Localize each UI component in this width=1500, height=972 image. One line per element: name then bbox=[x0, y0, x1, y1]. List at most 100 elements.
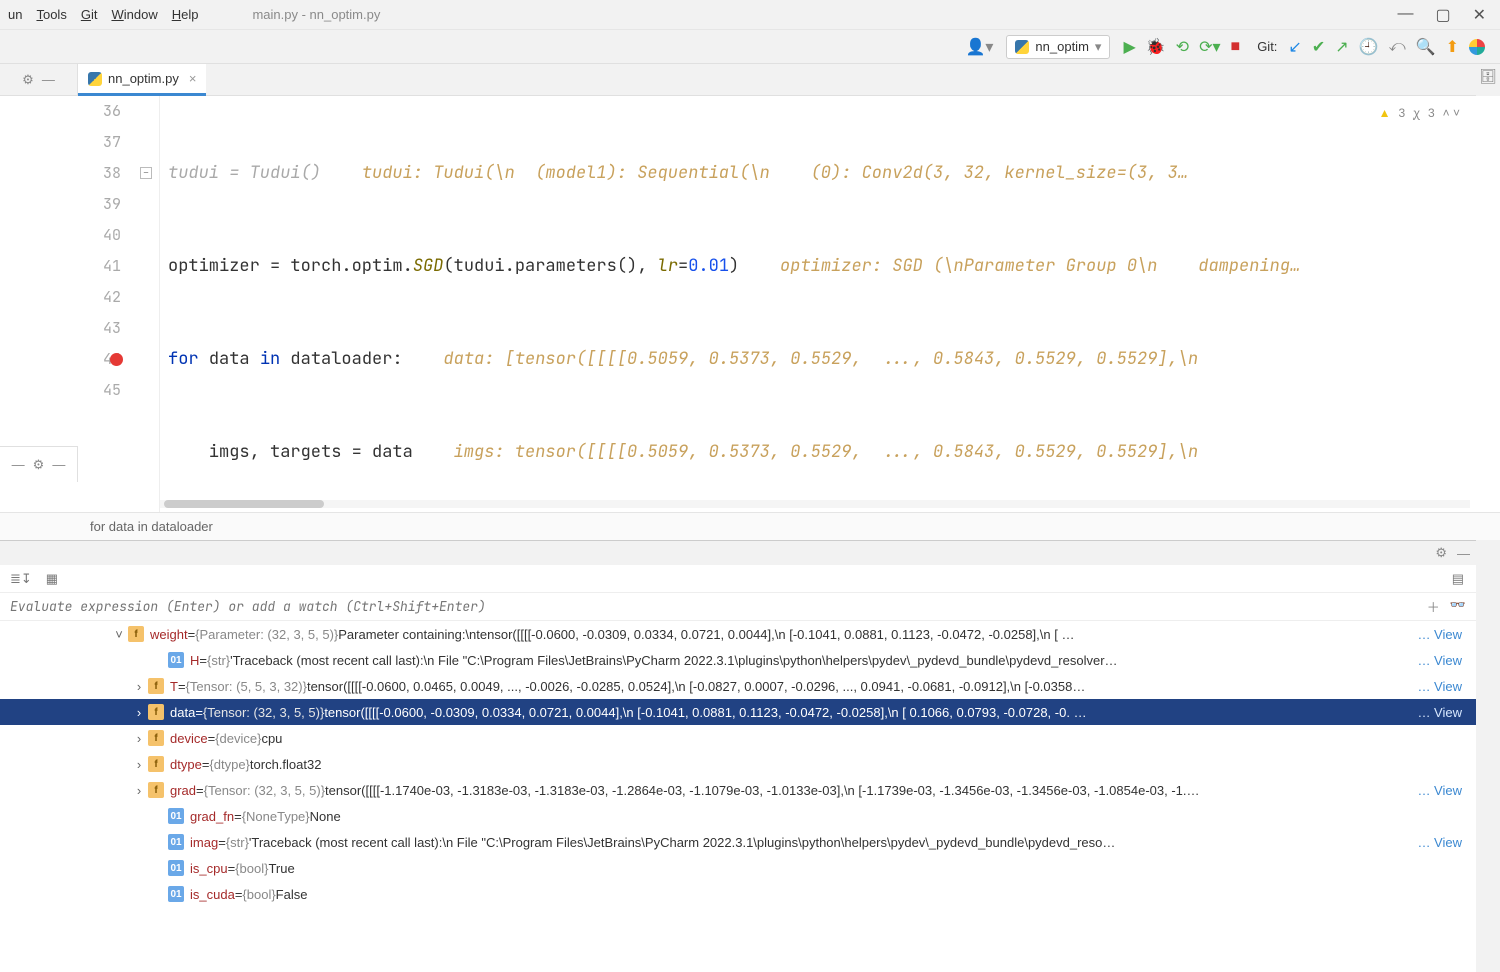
run-icon[interactable]: ▶ bbox=[1123, 37, 1135, 57]
line-number: 44 bbox=[0, 344, 121, 375]
gear-icon[interactable]: ⚙ bbox=[1435, 545, 1447, 561]
run-with-coverage-icon[interactable]: ⟳▾ bbox=[1199, 37, 1220, 57]
git-revert-icon[interactable]: ⤺ bbox=[1389, 38, 1406, 56]
var-data[interactable]: › f data = {Tensor: (32, 3, 5, 5)} tenso… bbox=[0, 699, 1476, 725]
line-number: 42 bbox=[0, 282, 121, 313]
git-commit-icon[interactable]: ✔ bbox=[1312, 37, 1325, 57]
view-link[interactable]: … View bbox=[1417, 783, 1462, 798]
sync-up-icon[interactable]: ⬆ bbox=[1446, 37, 1459, 57]
line-number: 39 bbox=[0, 189, 121, 220]
ide-services-icon[interactable] bbox=[1469, 39, 1485, 55]
search-icon[interactable]: 🔍 bbox=[1416, 37, 1436, 57]
var-t[interactable]: › f T = {Tensor: (5, 5, 3, 32)} tensor([… bbox=[0, 673, 1476, 699]
debug-icon[interactable]: 🐞 bbox=[1146, 37, 1166, 57]
var-is-cpu[interactable]: 01 is_cpu = {bool} True bbox=[0, 855, 1476, 881]
var-imag[interactable]: 01 imag = {str} 'Traceback (most recent … bbox=[0, 829, 1476, 855]
breakpoint-icon[interactable] bbox=[110, 353, 123, 366]
code-area[interactable]: tudui = Tudui() tudui: Tudui(\n (model1)… bbox=[160, 96, 1500, 512]
database-icon[interactable]: 🗄 bbox=[1479, 68, 1497, 85]
stop-icon[interactable]: ■ bbox=[1231, 38, 1241, 56]
var-grad-fn[interactable]: 01 grad_fn = {NoneType} None bbox=[0, 803, 1476, 829]
minimize-panel-icon[interactable]: — bbox=[1457, 546, 1470, 561]
scrollbar-thumb[interactable] bbox=[164, 500, 324, 508]
close-icon[interactable]: ✕ bbox=[1473, 5, 1486, 25]
view-link[interactable]: … View bbox=[1417, 653, 1462, 668]
menu-help[interactable]: Help bbox=[172, 7, 199, 22]
gear-icon[interactable]: ⚙ bbox=[33, 457, 45, 473]
gear-icon[interactable]: ⚙ bbox=[22, 72, 34, 88]
structure-tool-strip: — ⚙ — bbox=[0, 446, 78, 482]
maximize-icon[interactable]: ▢ bbox=[1435, 5, 1450, 25]
layout-icon[interactable]: ▤ bbox=[1452, 571, 1464, 587]
inspection-widget[interactable]: ▲3 ꭕ3 ˄ ˅ bbox=[1379, 104, 1460, 121]
collapse-icon[interactable]: — bbox=[52, 457, 65, 472]
expand-icon[interactable]: › bbox=[130, 705, 148, 720]
minus-icon[interactable]: — bbox=[12, 457, 25, 472]
var-dtype[interactable]: › f dtype = {dtype} torch.float32 bbox=[0, 751, 1476, 777]
string-icon: 01 bbox=[168, 652, 184, 668]
git-pull-icon[interactable]: ↙ bbox=[1288, 37, 1301, 57]
collapse-icon[interactable]: — bbox=[42, 72, 55, 87]
field-icon: f bbox=[148, 782, 164, 798]
frames-icon[interactable]: ≣↧ bbox=[10, 571, 32, 587]
run-config-selector[interactable]: nn_optim ▾ bbox=[1006, 35, 1110, 59]
editor-horizontal-scrollbar[interactable] bbox=[160, 500, 1470, 508]
git-history-icon[interactable]: 🕘 bbox=[1359, 37, 1379, 57]
menu-run[interactable]: un bbox=[8, 7, 22, 22]
field-icon: f bbox=[128, 626, 144, 642]
view-link[interactable]: … View bbox=[1417, 835, 1462, 850]
debugger-panel: ⚙ — ≣↧ ▦ ▤ ＋ 👓 ˅ f weight = {Parameter: … bbox=[0, 540, 1476, 972]
breadcrumb[interactable]: for data in dataloader bbox=[0, 512, 1500, 540]
python-file-icon bbox=[88, 72, 102, 86]
python-icon bbox=[1015, 40, 1029, 54]
git-push-icon[interactable]: ↗ bbox=[1335, 37, 1348, 57]
field-icon: f bbox=[148, 704, 164, 720]
variables-tree[interactable]: ˅ f weight = {Parameter: (32, 3, 5, 5)} … bbox=[0, 621, 1476, 972]
debugger-header: ⚙ — bbox=[0, 541, 1476, 565]
add-watch-icon[interactable]: ＋ bbox=[1427, 597, 1440, 616]
line-number: 40 bbox=[0, 220, 121, 251]
menu-window[interactable]: Window bbox=[111, 7, 157, 22]
evaluate-expression-row: ＋ 👓 bbox=[0, 593, 1476, 621]
var-device[interactable]: › f device = {device} cpu bbox=[0, 725, 1476, 751]
expand-icon[interactable]: ˅ bbox=[110, 627, 128, 642]
file-tab-label: nn_optim.py bbox=[108, 71, 179, 86]
watch-menu-icon[interactable]: 👓 bbox=[1450, 597, 1466, 616]
var-is-cuda[interactable]: 01 is_cuda = {bool} False bbox=[0, 881, 1476, 907]
var-weight[interactable]: ˅ f weight = {Parameter: (32, 3, 5, 5)} … bbox=[0, 621, 1476, 647]
var-h[interactable]: 01 H = {str} 'Traceback (most recent cal… bbox=[0, 647, 1476, 673]
code-editor[interactable]: 36 37 38– 39 40 41 42 43 44 45 tudui = T… bbox=[0, 96, 1500, 512]
menu-tools[interactable]: Tools bbox=[36, 7, 66, 22]
chevron-down-icon: ▾ bbox=[1095, 39, 1102, 55]
up-down-icon: ˄ ˅ bbox=[1443, 106, 1460, 120]
user-icon[interactable]: 👤▾ bbox=[965, 37, 993, 57]
expand-icon[interactable]: › bbox=[130, 731, 148, 746]
view-link[interactable]: … View bbox=[1417, 627, 1462, 642]
threads-icon[interactable]: ▦ bbox=[46, 571, 58, 587]
field-icon: f bbox=[148, 678, 164, 694]
string-icon: 01 bbox=[168, 808, 184, 824]
view-link[interactable]: … View bbox=[1417, 679, 1462, 694]
view-link[interactable]: … View bbox=[1417, 705, 1462, 720]
var-grad[interactable]: › f grad = {Tensor: (32, 3, 5, 5)} tenso… bbox=[0, 777, 1476, 803]
run-config-name: nn_optim bbox=[1035, 39, 1088, 54]
line-number: 36 bbox=[0, 96, 121, 127]
project-tool-strip: ⚙ — bbox=[0, 64, 78, 95]
minimize-icon[interactable]: — bbox=[1397, 5, 1413, 25]
line-number: 41 bbox=[0, 251, 121, 282]
debugger-toolbar: ≣↧ ▦ ▤ bbox=[0, 565, 1476, 593]
expand-icon[interactable]: › bbox=[130, 783, 148, 798]
file-tab-nn-optim[interactable]: nn_optim.py × bbox=[78, 64, 206, 96]
fold-icon[interactable]: – bbox=[140, 167, 152, 179]
menubar: un Tools Git Window Help main.py - nn_op… bbox=[0, 0, 1500, 30]
expand-icon[interactable]: › bbox=[130, 757, 148, 772]
evaluate-expression-input[interactable] bbox=[10, 598, 1427, 615]
rerun-icon[interactable]: ⟲ bbox=[1176, 37, 1189, 57]
string-icon: 01 bbox=[168, 834, 184, 850]
menu-git[interactable]: Git bbox=[81, 7, 98, 22]
string-icon: 01 bbox=[168, 886, 184, 902]
expand-icon[interactable]: › bbox=[130, 679, 148, 694]
warning-icon: ▲ bbox=[1379, 106, 1391, 120]
close-tab-icon[interactable]: × bbox=[189, 71, 197, 86]
typo-icon: ꭕ bbox=[1413, 104, 1420, 121]
